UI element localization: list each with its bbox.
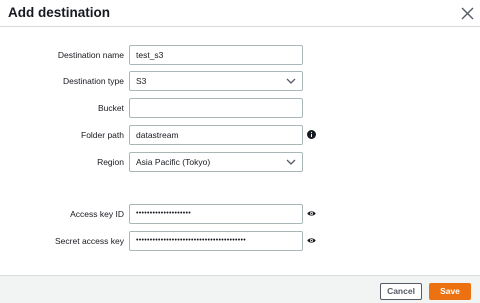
bucket-input[interactable] [129,98,303,118]
access-key-id-label: Access key ID [70,209,124,219]
folder-path-row: Folder path [0,125,480,145]
region-row: Region Asia Pacific (Tokyo) [0,152,480,172]
destination-type-value: S3 [136,76,147,86]
dialog-footer: Cancel Save [0,275,480,303]
region-label: Region [97,157,124,167]
cancel-button[interactable]: Cancel [380,283,422,300]
destination-name-label: Destination name [57,50,124,60]
dialog-header: Add destination [0,0,480,27]
region-select[interactable]: Asia Pacific (Tokyo) [129,152,303,172]
chevron-down-icon [286,158,296,166]
eye-icon[interactable] [307,236,316,245]
close-icon[interactable] [460,6,475,21]
info-icon[interactable] [307,130,316,139]
secret-access-key-label: Secret access key [55,236,124,246]
chevron-down-icon [286,77,296,85]
destination-type-select[interactable]: S3 [129,71,303,91]
destination-type-row: Destination type S3 [0,71,480,91]
access-key-id-input[interactable]: •••••••••••••••••••• [129,204,303,224]
bucket-row: Bucket [0,98,480,118]
folder-path-input[interactable] [129,125,303,145]
eye-icon[interactable] [307,209,316,218]
save-button[interactable]: Save [429,283,471,300]
add-destination-dialog: Add destination Destination name Destina… [0,0,480,303]
dialog-title: Add destination [8,5,110,20]
destination-name-row: Destination name [0,45,480,65]
region-value: Asia Pacific (Tokyo) [136,157,211,167]
access-key-id-row: Access key ID •••••••••••••••••••• [0,204,480,224]
secret-access-key-input[interactable]: •••••••••••••••••••••••••••••••••••••••• [129,231,303,251]
bucket-label: Bucket [98,103,124,113]
destination-name-input[interactable] [129,45,303,65]
destination-type-label: Destination type [63,76,124,86]
secret-access-key-row: Secret access key ••••••••••••••••••••••… [0,231,480,251]
folder-path-label: Folder path [81,130,124,140]
